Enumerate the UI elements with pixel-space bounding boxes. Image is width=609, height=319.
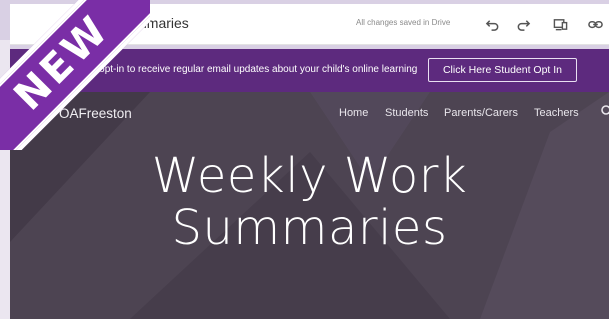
student-opt-in-button[interactable]: Click Here Student Opt In: [428, 58, 577, 82]
page-title-line-1: Weekly Work: [151, 148, 468, 204]
left-margin: [0, 40, 10, 319]
undo-icon[interactable]: [482, 14, 502, 34]
redo-icon[interactable]: [513, 14, 533, 34]
nav-home[interactable]: Home: [339, 107, 368, 119]
editor-toolbar: Summaries All changes saved in Drive: [10, 4, 609, 45]
nav-teachers[interactable]: Teachers: [534, 107, 579, 119]
banner-text: hoose to opt-in to receive regular email…: [58, 64, 418, 75]
screenshot-frame: Summaries All changes saved in Drive hoo…: [0, 0, 609, 319]
link-icon[interactable]: [585, 14, 605, 34]
nav-parents-carers[interactable]: Parents/Carers: [444, 107, 518, 119]
site-logo[interactable]: [22, 100, 48, 126]
site-name[interactable]: OAFreeston: [59, 106, 132, 121]
document-title[interactable]: Summaries: [118, 15, 189, 31]
site-header: OAFreeston Home Students Parents/Carers …: [10, 92, 609, 319]
preview-icon[interactable]: [550, 14, 570, 34]
opt-in-banner: hoose to opt-in to receive regular email…: [10, 49, 609, 92]
save-status: All changes saved in Drive: [356, 18, 451, 27]
nav-students[interactable]: Students: [385, 107, 428, 119]
search-icon[interactable]: [600, 104, 609, 118]
page-title: Weekly Work Summaries: [10, 150, 609, 254]
page-title-line-2: Summaries: [171, 200, 448, 256]
